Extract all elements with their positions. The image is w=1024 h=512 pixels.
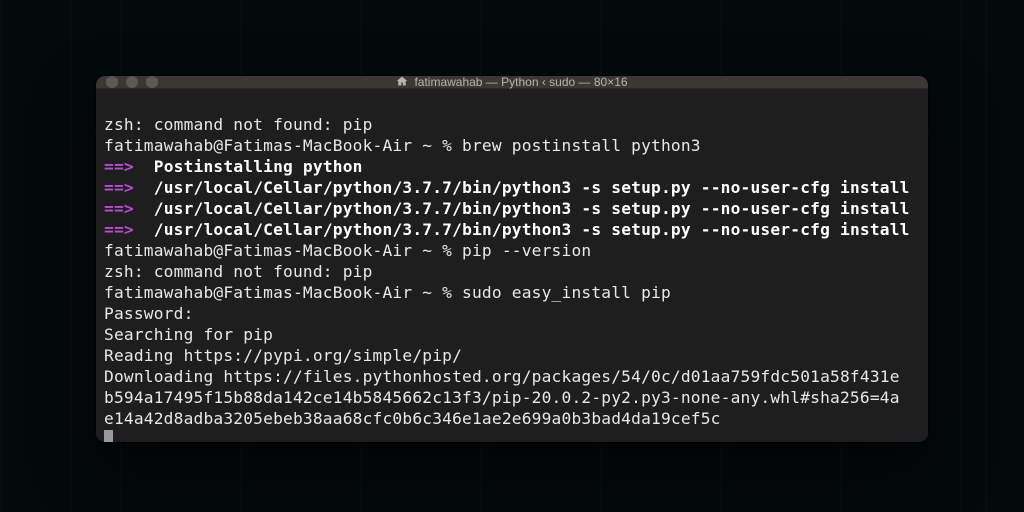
output-line: fatimawahab@Fatimas-MacBook-Air ~ % sudo… xyxy=(104,283,671,302)
output-line: Downloading https://files.pythonhosted.o… xyxy=(104,367,900,386)
cursor xyxy=(104,430,113,442)
brew-arrow-icon: ==> xyxy=(104,220,134,239)
output-line: zsh: command not found: pip xyxy=(104,262,373,281)
output-line: fatimawahab@Fatimas-MacBook-Air ~ % pip … xyxy=(104,241,591,260)
brew-arrow-icon: ==> xyxy=(104,199,134,218)
output-line: Searching for pip xyxy=(104,325,273,344)
output-line: Password: xyxy=(104,304,194,323)
output-line: e14a42d8adba3205ebeb38aa68cfc0b6c346e1ae… xyxy=(104,409,721,428)
brew-heading: Postinstalling python xyxy=(154,157,363,176)
brew-arrow-icon: ==> xyxy=(104,178,134,197)
output-line: b594a17495f15b88da142ce14b5845662c13f3/p… xyxy=(104,388,900,407)
output-line: Reading https://pypi.org/simple/pip/ xyxy=(104,346,462,365)
brew-step: /usr/local/Cellar/python/3.7.7/bin/pytho… xyxy=(154,199,910,218)
brew-arrow-icon: ==> xyxy=(104,157,134,176)
window-title: fatimawahab — Python ‹ sudo — 80×16 xyxy=(96,76,928,90)
brew-step: /usr/local/Cellar/python/3.7.7/bin/pytho… xyxy=(154,178,910,197)
bg-crease xyxy=(985,0,987,512)
home-icon xyxy=(396,76,408,90)
titlebar[interactable]: fatimawahab — Python ‹ sudo — 80×16 xyxy=(96,76,928,89)
output-line: fatimawahab@Fatimas-MacBook-Air ~ % brew… xyxy=(104,136,701,155)
terminal-output[interactable]: zsh: command not found: pip fatimawahab@… xyxy=(96,89,928,442)
output-line: zsh: command not found: pip xyxy=(104,115,373,134)
terminal-window: fatimawahab — Python ‹ sudo — 80×16 zsh:… xyxy=(96,76,928,442)
bg-crease xyxy=(70,0,72,512)
brew-step: /usr/local/Cellar/python/3.7.7/bin/pytho… xyxy=(154,220,910,239)
window-title-text: fatimawahab — Python ‹ sudo — 80×16 xyxy=(414,76,627,89)
